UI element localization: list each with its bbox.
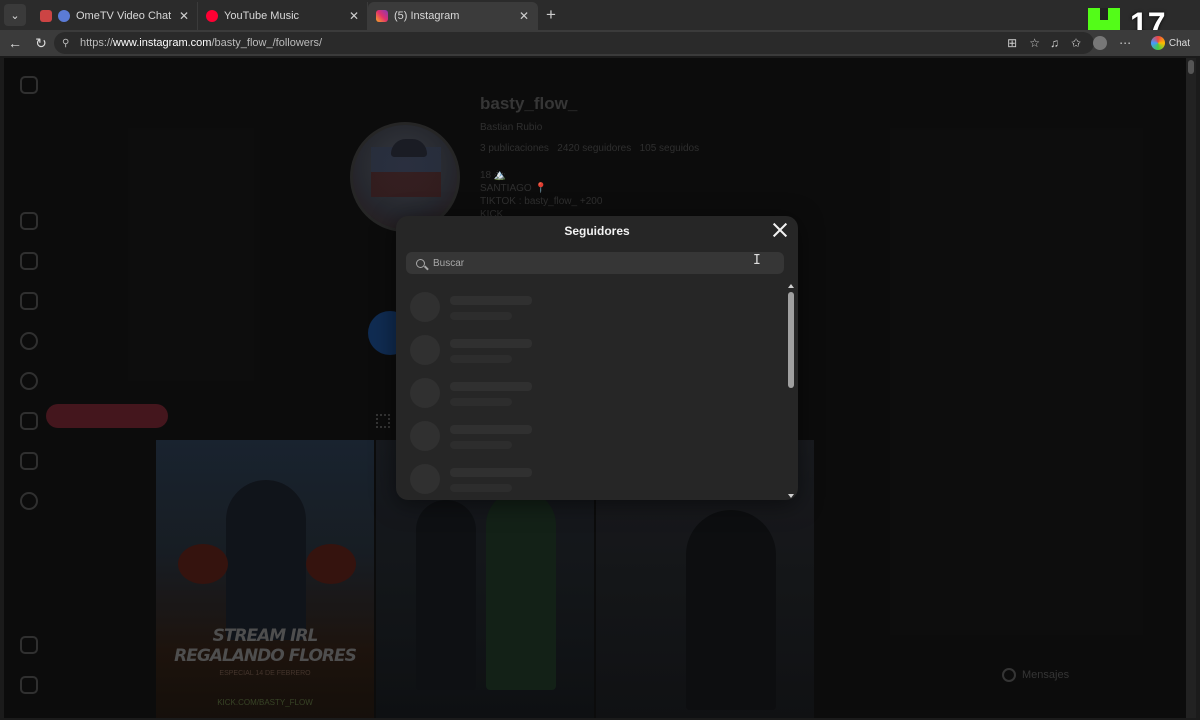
tab-ometv[interactable]: OmeTV Video Chat — Omegle ✕	[32, 2, 198, 30]
instagram-page: basty_flow_ Bastian Rubio 3 publicacione…	[4, 58, 1186, 718]
list-item[interactable]	[410, 415, 770, 455]
list-item[interactable]	[410, 372, 770, 412]
username-placeholder	[450, 296, 532, 305]
browser-tab-bar: ⌄ OmeTV Video Chat — Omegle ✕ YouTube Mu…	[0, 0, 1200, 30]
avatar-placeholder	[410, 464, 440, 494]
browser-toolbar: ← ↻ ⚲ https://www.instagram.com/basty_fl…	[0, 30, 1200, 56]
favorites-icon[interactable]: ✩	[1071, 36, 1081, 50]
scroll-up-arrow-icon[interactable]	[788, 284, 794, 288]
list-item[interactable]	[410, 286, 770, 326]
tab-instagram[interactable]: (5) Instagram ✕	[368, 2, 538, 30]
instagram-favicon	[376, 10, 388, 22]
name-placeholder	[450, 484, 512, 492]
url-prefix: https://	[80, 37, 114, 49]
copilot-chat-button[interactable]: Chat	[1150, 36, 1190, 50]
app-available-icon[interactable]: ⊞	[1007, 36, 1017, 50]
close-icon[interactable]	[772, 222, 788, 238]
avatar-placeholder	[410, 292, 440, 322]
avatar-placeholder	[410, 335, 440, 365]
close-tab-icon[interactable]: ✕	[179, 9, 189, 23]
modal-title: Seguidores	[564, 224, 630, 238]
back-arrow-icon[interactable]: ←	[4, 35, 26, 51]
name-placeholder	[450, 441, 512, 449]
chat-label: Chat	[1168, 37, 1190, 49]
scroll-down-arrow-icon[interactable]	[788, 494, 794, 498]
list-item[interactable]	[410, 458, 770, 498]
youtube-music-favicon	[206, 10, 218, 22]
close-tab-icon[interactable]: ✕	[349, 9, 359, 23]
tab-title: YouTube Music	[224, 10, 300, 22]
page-scrollbar-thumb[interactable]	[1188, 60, 1194, 74]
search-field[interactable]	[406, 252, 784, 274]
avatar-placeholder	[410, 421, 440, 451]
followers-modal: Seguidores I	[396, 216, 798, 500]
scrollbar-thumb[interactable]	[788, 292, 794, 388]
username-placeholder	[450, 382, 532, 391]
followers-list[interactable]	[396, 286, 786, 500]
site-info-icon[interactable]: ⚲	[62, 38, 74, 49]
ometv-favicon	[58, 10, 70, 22]
address-bar[interactable]: ⚲ https://www.instagram.com/basty_flow_/…	[54, 32, 1094, 54]
list-item[interactable]	[410, 329, 770, 369]
more-menu-icon[interactable]: ⋯	[1119, 36, 1131, 50]
username-placeholder	[450, 468, 532, 477]
copilot-icon	[1150, 36, 1165, 50]
name-placeholder	[450, 398, 512, 406]
tab-youtube-music[interactable]: YouTube Music ✕	[198, 2, 368, 30]
reload-icon[interactable]: ↻	[30, 35, 52, 52]
search-icon	[416, 258, 425, 268]
tab-title: OmeTV Video Chat — Omegle	[76, 10, 173, 22]
username-placeholder	[450, 339, 532, 348]
text-cursor-icon: I	[753, 253, 761, 268]
url-host: www.instagram.com	[113, 37, 212, 49]
new-tab-icon[interactable]: +	[546, 5, 556, 25]
search-input[interactable]	[433, 257, 763, 269]
profile-avatar-icon[interactable]	[1093, 36, 1108, 50]
url-path: /basty_flow_/followers/	[211, 37, 323, 49]
followers-scrollbar[interactable]	[786, 284, 796, 498]
avatar-placeholder	[410, 378, 440, 408]
media-control-icon[interactable]: ♫	[1050, 36, 1059, 50]
name-placeholder	[450, 355, 512, 363]
mail-icon	[40, 10, 52, 22]
close-tab-icon[interactable]: ✕	[519, 9, 529, 23]
name-placeholder	[450, 312, 512, 320]
username-placeholder	[450, 425, 532, 434]
favorite-star-icon[interactable]: ☆	[1029, 36, 1040, 50]
page-scrollbar[interactable]	[1186, 58, 1196, 718]
tab-actions-menu-button[interactable]: ⌄	[4, 4, 26, 26]
modal-header: Seguidores	[396, 216, 798, 246]
tab-title: (5) Instagram	[394, 10, 460, 22]
